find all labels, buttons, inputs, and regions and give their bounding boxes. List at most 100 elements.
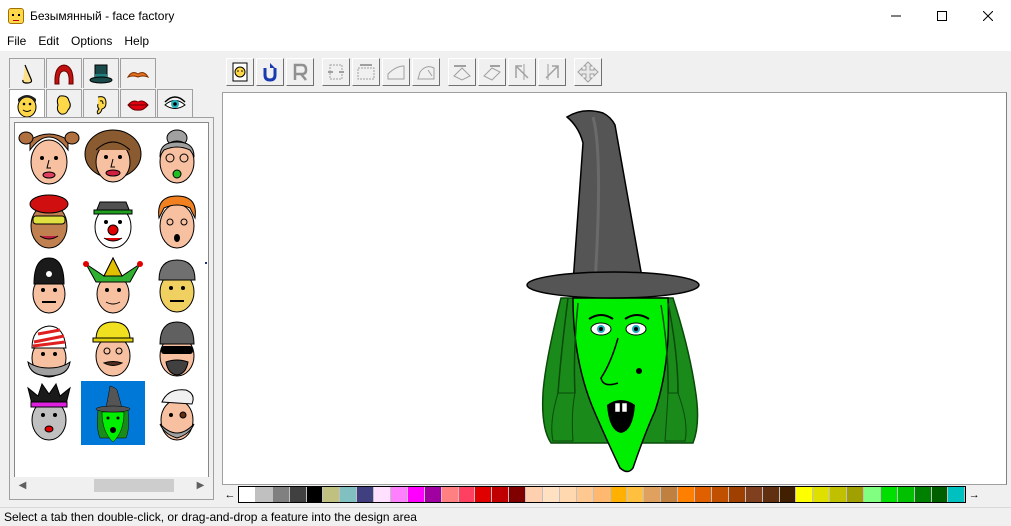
- close-button[interactable]: [965, 0, 1011, 31]
- palette-swatch[interactable]: [424, 487, 442, 502]
- face-thumb-gray-haired-woman[interactable]: [145, 125, 208, 189]
- grow-width-button[interactable]: [352, 58, 380, 86]
- palette-swatch[interactable]: [593, 487, 611, 502]
- design-area[interactable]: [222, 92, 1007, 485]
- palette-swatch[interactable]: [255, 487, 273, 502]
- scroll-left-icon[interactable]: ◀: [14, 477, 31, 494]
- palette-swatch[interactable]: [762, 487, 780, 502]
- menu-file[interactable]: File: [0, 31, 32, 51]
- tab-hat[interactable]: [83, 58, 119, 88]
- palette-right-arrow[interactable]: →: [966, 487, 982, 503]
- palette-swatch[interactable]: [847, 487, 864, 502]
- palette-swatch[interactable]: [880, 487, 898, 502]
- palette-swatch[interactable]: [441, 487, 459, 502]
- face-thumb-punk[interactable]: [17, 381, 81, 445]
- palette-swatch[interactable]: [796, 487, 814, 502]
- palette-swatch[interactable]: [610, 487, 628, 502]
- menu-edit[interactable]: Edit: [32, 31, 65, 51]
- new-face-button[interactable]: [226, 58, 254, 86]
- face-thumb-hardhat-worker[interactable]: [81, 317, 145, 381]
- witch-hat-brim: [526, 271, 700, 299]
- palette-swatch[interactable]: [272, 487, 290, 502]
- face-thumb-clown[interactable]: [81, 189, 145, 253]
- palette-swatch[interactable]: [391, 487, 408, 502]
- palette-swatch[interactable]: [914, 487, 932, 502]
- maximize-button[interactable]: [919, 0, 965, 31]
- face-thumb-witch[interactable]: [81, 381, 145, 445]
- palette-swatch[interactable]: [543, 487, 560, 502]
- palette-swatch[interactable]: [745, 487, 763, 502]
- palette-swatch[interactable]: [323, 487, 341, 502]
- face-list[interactable]: [14, 122, 209, 479]
- rotate-right-button[interactable]: [478, 58, 506, 86]
- scroll-right-icon[interactable]: ▶: [192, 477, 209, 494]
- palette-swatch[interactable]: [779, 487, 797, 502]
- shrink-width-button[interactable]: [322, 58, 350, 86]
- tab-head-shape[interactable]: [46, 89, 82, 119]
- scroll-track[interactable]: [31, 477, 192, 494]
- tab-lips[interactable]: [120, 89, 156, 119]
- face-thumb-curly-haired-woman[interactable]: [81, 125, 145, 189]
- palette-swatch[interactable]: [340, 487, 358, 502]
- minimize-button[interactable]: [873, 0, 919, 31]
- palette-swatch[interactable]: [475, 487, 493, 502]
- palette-swatch[interactable]: [661, 487, 679, 502]
- palette-swatch[interactable]: [695, 487, 712, 502]
- palette-swatch[interactable]: [559, 487, 577, 502]
- palette-swatch[interactable]: [239, 487, 256, 502]
- palette-swatch[interactable]: [509, 487, 527, 502]
- tab-mustache[interactable]: [120, 58, 156, 88]
- palette-swatch[interactable]: [576, 487, 594, 502]
- face-thumb-old-sailor[interactable]: [145, 381, 208, 445]
- pigtails-girl-icon: [18, 131, 80, 185]
- face-thumb-beret-man[interactable]: [17, 189, 81, 253]
- palette-swatch[interactable]: [492, 487, 510, 502]
- palette-swatch[interactable]: [711, 487, 729, 502]
- palette-swatch[interactable]: [948, 487, 966, 502]
- palette-swatch[interactable]: [306, 487, 324, 502]
- menu-help[interactable]: Help: [118, 31, 155, 51]
- flip-horizontal-button[interactable]: [508, 58, 536, 86]
- tab-ear[interactable]: [83, 89, 119, 119]
- undo-button[interactable]: [256, 58, 284, 86]
- flip-vertical-button[interactable]: [538, 58, 566, 86]
- move-button[interactable]: [574, 58, 602, 86]
- palette-swatch[interactable]: [931, 487, 949, 502]
- scroll-thumb[interactable]: [94, 479, 174, 492]
- palette-swatch[interactable]: [863, 487, 881, 502]
- witch-face-drawing[interactable]: [526, 110, 700, 473]
- face-thumb-stocking-cap-man[interactable]: [17, 317, 81, 381]
- face-thumb-helmet-man[interactable]: [145, 253, 208, 317]
- face-list-scrollbar[interactable]: ◀ ▶: [14, 477, 209, 494]
- palette-swatch[interactable]: [627, 487, 645, 502]
- rotate-left-button[interactable]: [448, 58, 476, 86]
- window-title: Безымянный - face factory: [30, 8, 175, 23]
- tab-hair[interactable]: [46, 58, 82, 88]
- palette-swatch[interactable]: [813, 487, 831, 502]
- palette-swatch[interactable]: [289, 487, 307, 502]
- design-canvas[interactable]: [223, 93, 1008, 486]
- shrink-height-button[interactable]: [382, 58, 410, 86]
- face-thumb-jester[interactable]: [81, 253, 145, 317]
- palette-swatch[interactable]: [678, 487, 696, 502]
- palette-swatch[interactable]: [644, 487, 662, 502]
- redo-button[interactable]: [286, 58, 314, 86]
- tab-eye[interactable]: [157, 89, 193, 119]
- face-thumb-biker[interactable]: [145, 317, 208, 381]
- palette-swatch[interactable]: [374, 487, 392, 502]
- palette-swatch[interactable]: [728, 487, 746, 502]
- tab-nose[interactable]: [9, 58, 45, 88]
- face-thumb-red-haired-boy[interactable]: [145, 189, 208, 253]
- witch-tooth-left: [614, 402, 621, 413]
- palette-swatch[interactable]: [407, 487, 425, 502]
- palette-left-arrow[interactable]: ←: [222, 487, 238, 503]
- palette-swatch[interactable]: [830, 487, 848, 502]
- face-thumb-police-man[interactable]: [17, 253, 81, 317]
- palette-swatch[interactable]: [458, 487, 476, 502]
- palette-swatch[interactable]: [526, 487, 544, 502]
- palette-swatch[interactable]: [897, 487, 915, 502]
- menu-options[interactable]: Options: [65, 31, 118, 51]
- face-thumb-pigtails-girl[interactable]: [17, 125, 81, 189]
- palette-swatch[interactable]: [357, 487, 375, 502]
- grow-height-button[interactable]: [412, 58, 440, 86]
